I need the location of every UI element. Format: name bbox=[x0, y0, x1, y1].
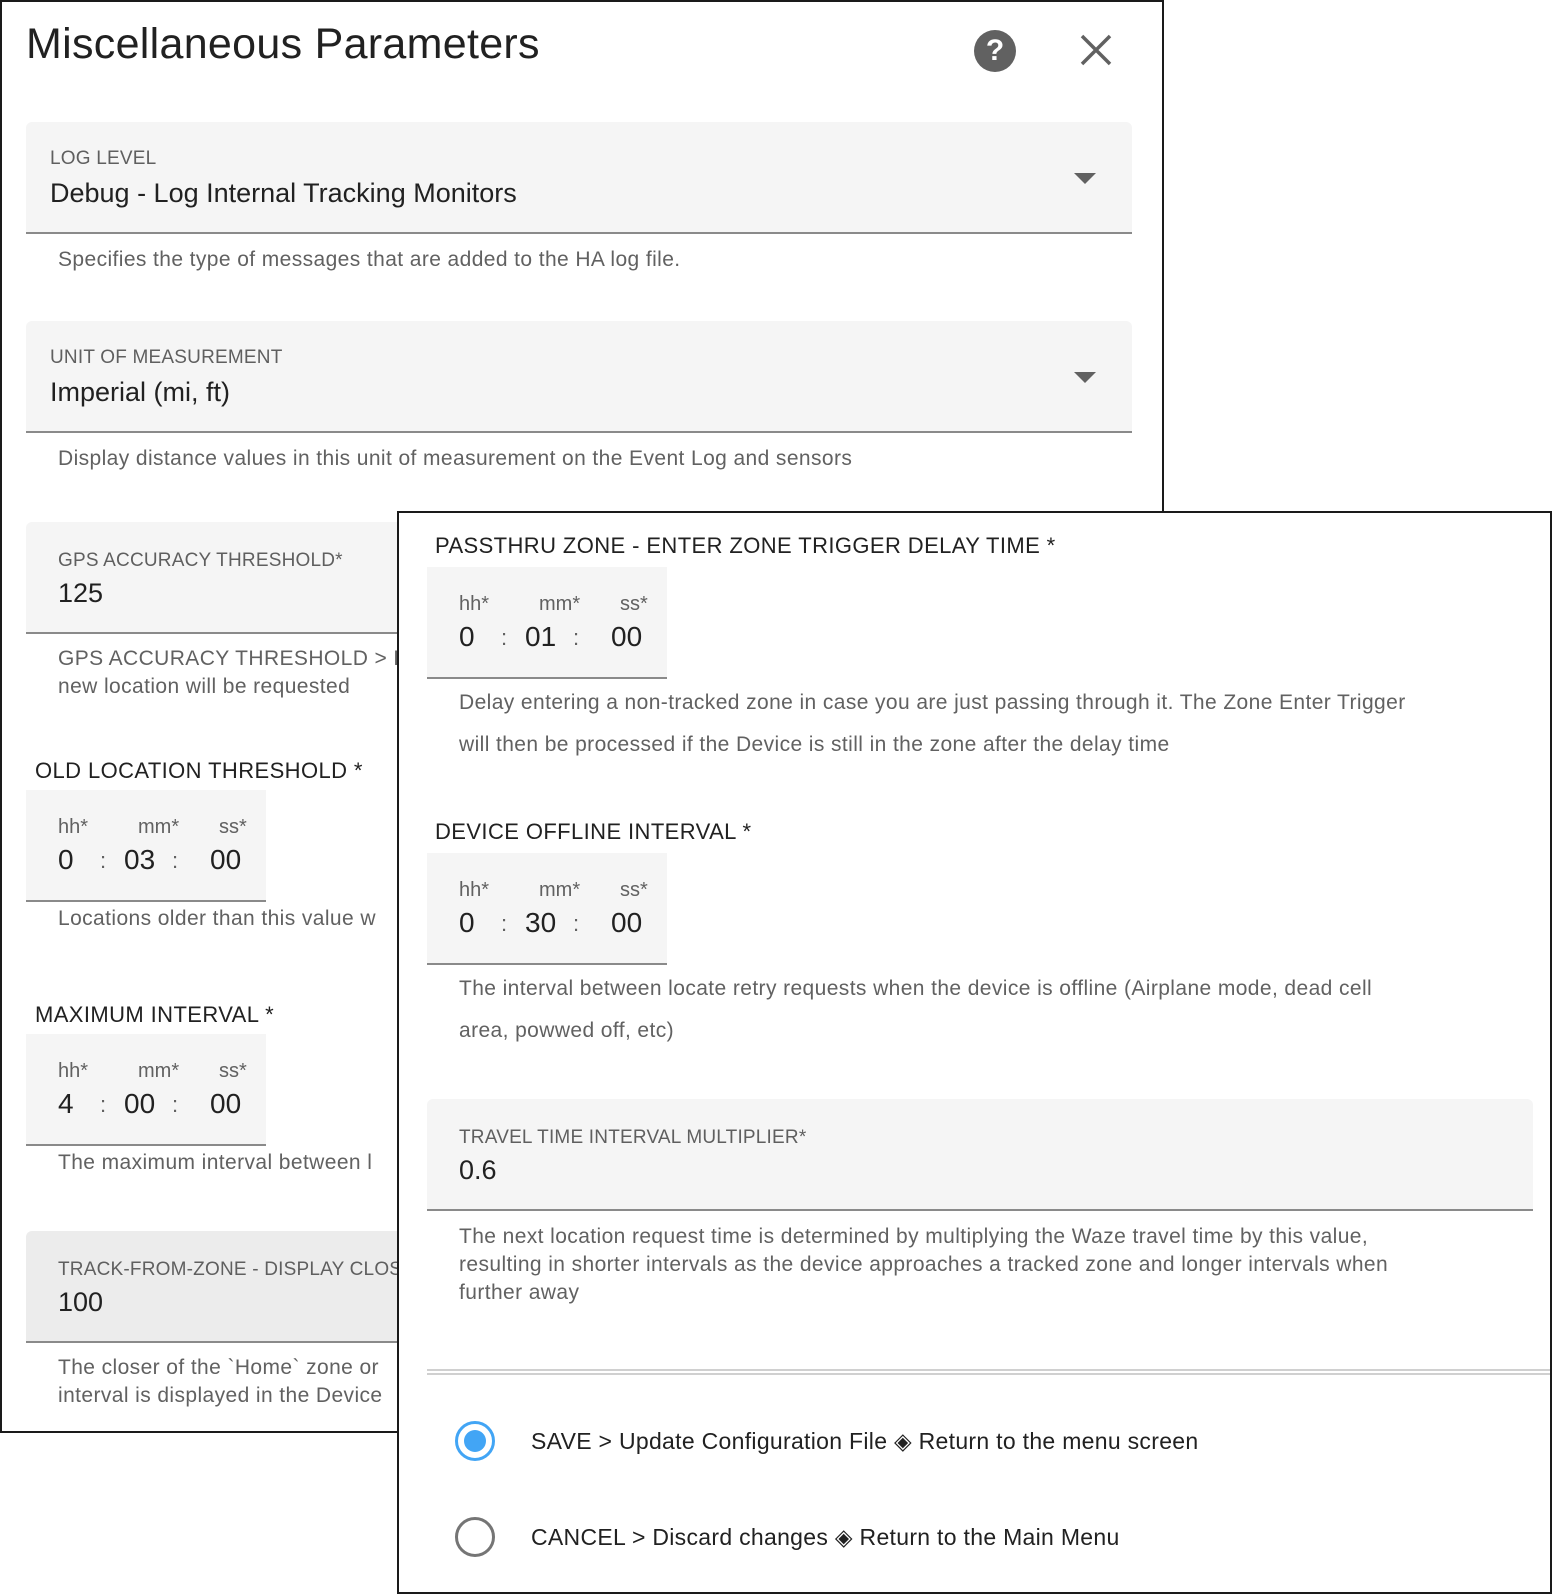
ss-label: ss* bbox=[219, 816, 247, 838]
track-from-zone-label: TRACK-FROM-ZONE - DISPLAY CLOS bbox=[58, 1259, 403, 1280]
gps-accuracy-helper-1: GPS ACCURACY THRESHOLD > L bbox=[58, 647, 406, 670]
travel-time-helper-3: further away bbox=[459, 1281, 580, 1304]
old-location-label: OLD LOCATION THRESHOLD * bbox=[35, 758, 363, 783]
ss-input[interactable]: 00 bbox=[210, 844, 241, 876]
device-offline-label: DEVICE OFFLINE INTERVAL * bbox=[435, 819, 752, 844]
travel-time-label: TRAVEL TIME INTERVAL MULTIPLIER* bbox=[459, 1127, 807, 1148]
time-separator: : bbox=[100, 1092, 107, 1117]
max-interval-duration[interactable]: hh* mm* ss* 4 : 00 : 00 bbox=[26, 1034, 266, 1146]
save-radio[interactable] bbox=[455, 1421, 495, 1461]
divider bbox=[427, 1369, 1550, 1375]
help-icon[interactable]: ? bbox=[974, 30, 1016, 72]
cancel-option[interactable]: CANCEL > Discard changes ◈ Return to the… bbox=[455, 1515, 1120, 1559]
hh-label: hh* bbox=[459, 593, 490, 615]
mm-label: mm* bbox=[138, 816, 180, 838]
travel-time-multiplier-field[interactable]: TRAVEL TIME INTERVAL MULTIPLIER* 0.6 bbox=[427, 1099, 1533, 1211]
hh-input[interactable]: 0 bbox=[58, 844, 74, 876]
old-location-helper: Locations older than this value w bbox=[58, 907, 376, 930]
ss-input[interactable]: 00 bbox=[210, 1088, 241, 1120]
hh-label: hh* bbox=[58, 1060, 89, 1082]
unit-helper: Display distance values in this unit of … bbox=[58, 447, 853, 470]
time-separator: : bbox=[172, 848, 179, 873]
ss-label: ss* bbox=[219, 1060, 247, 1082]
hh-label: hh* bbox=[459, 879, 490, 901]
track-from-zone-helper-1: The closer of the `Home` zone or bbox=[58, 1356, 379, 1379]
dropdown-arrow-icon[interactable] bbox=[1074, 372, 1096, 383]
ss-input[interactable]: 00 bbox=[611, 907, 642, 939]
misc-parameters-dialog-scrolled: PASSTHRU ZONE - ENTER ZONE TRIGGER DELAY… bbox=[397, 511, 1552, 1594]
time-separator: : bbox=[100, 848, 107, 873]
dialog-title: Miscellaneous Parameters bbox=[26, 20, 540, 68]
track-from-zone-helper-2: interval is displayed in the Device bbox=[58, 1384, 383, 1407]
log-level-value: Debug - Log Internal Tracking Monitors bbox=[50, 178, 517, 208]
unit-of-measurement-select[interactable]: UNIT OF MEASUREMENT Imperial (mi, ft) bbox=[26, 321, 1132, 433]
cancel-option-label: CANCEL > Discard changes ◈ Return to the… bbox=[531, 1523, 1120, 1550]
device-offline-helper-1: The interval between locate retry reques… bbox=[459, 977, 1373, 1000]
hh-input[interactable]: 4 bbox=[58, 1088, 74, 1120]
ss-input[interactable]: 00 bbox=[611, 621, 642, 653]
hh-label: hh* bbox=[58, 816, 89, 838]
unit-label: UNIT OF MEASUREMENT bbox=[50, 347, 283, 368]
mm-label: mm* bbox=[539, 879, 581, 901]
device-offline-helper-2: area, powwed off, etc) bbox=[459, 1019, 675, 1042]
time-separator: : bbox=[573, 911, 580, 936]
mm-label: mm* bbox=[138, 1060, 180, 1082]
ss-label: ss* bbox=[620, 593, 648, 615]
dropdown-arrow-icon[interactable] bbox=[1074, 173, 1096, 184]
gps-accuracy-label: GPS ACCURACY THRESHOLD* bbox=[58, 550, 343, 571]
hh-input[interactable]: 0 bbox=[459, 621, 475, 653]
time-separator: : bbox=[501, 911, 508, 936]
mm-input[interactable]: 01 bbox=[525, 621, 556, 653]
close-icon[interactable] bbox=[1078, 32, 1114, 68]
track-from-zone-value[interactable]: 100 bbox=[58, 1287, 103, 1318]
hh-input[interactable]: 0 bbox=[459, 907, 475, 939]
travel-time-helper-1: The next location request time is determ… bbox=[459, 1225, 1369, 1248]
travel-time-helper-2: resulting in shorter intervals as the de… bbox=[459, 1253, 1389, 1276]
old-location-duration[interactable]: hh* mm* ss* 0 : 03 : 00 bbox=[26, 790, 266, 902]
log-level-select[interactable]: LOG LEVEL Debug - Log Internal Tracking … bbox=[26, 122, 1132, 234]
passthru-duration[interactable]: hh* mm* ss* 0 : 01 : 00 bbox=[427, 567, 667, 679]
cancel-radio[interactable] bbox=[455, 1517, 495, 1557]
log-level-helper: Specifies the type of messages that are … bbox=[58, 248, 681, 271]
device-offline-duration[interactable]: hh* mm* ss* 0 : 30 : 00 bbox=[427, 853, 667, 965]
gps-accuracy-helper-2: new location will be requested bbox=[58, 675, 351, 698]
ss-label: ss* bbox=[620, 879, 648, 901]
max-interval-label: MAXIMUM INTERVAL * bbox=[35, 1002, 275, 1027]
time-separator: : bbox=[573, 625, 580, 650]
max-interval-helper: The maximum interval between l bbox=[58, 1151, 373, 1174]
mm-input[interactable]: 00 bbox=[124, 1088, 155, 1120]
mm-input[interactable]: 03 bbox=[124, 844, 155, 876]
passthru-label: PASSTHRU ZONE - ENTER ZONE TRIGGER DELAY… bbox=[435, 533, 1056, 558]
travel-time-value[interactable]: 0.6 bbox=[459, 1155, 497, 1186]
gps-accuracy-value[interactable]: 125 bbox=[58, 578, 103, 609]
save-option-label: SAVE > Update Configuration File ◈ Retur… bbox=[531, 1427, 1199, 1454]
time-separator: : bbox=[172, 1092, 179, 1117]
time-separator: : bbox=[501, 625, 508, 650]
log-level-label: LOG LEVEL bbox=[50, 148, 157, 169]
unit-value: Imperial (mi, ft) bbox=[50, 377, 231, 407]
mm-input[interactable]: 30 bbox=[525, 907, 556, 939]
mm-label: mm* bbox=[539, 593, 581, 615]
passthru-helper-2: will then be processed if the Device is … bbox=[459, 733, 1170, 756]
passthru-helper-1: Delay entering a non-tracked zone in cas… bbox=[459, 691, 1406, 714]
save-option[interactable]: SAVE > Update Configuration File ◈ Retur… bbox=[455, 1419, 1198, 1463]
